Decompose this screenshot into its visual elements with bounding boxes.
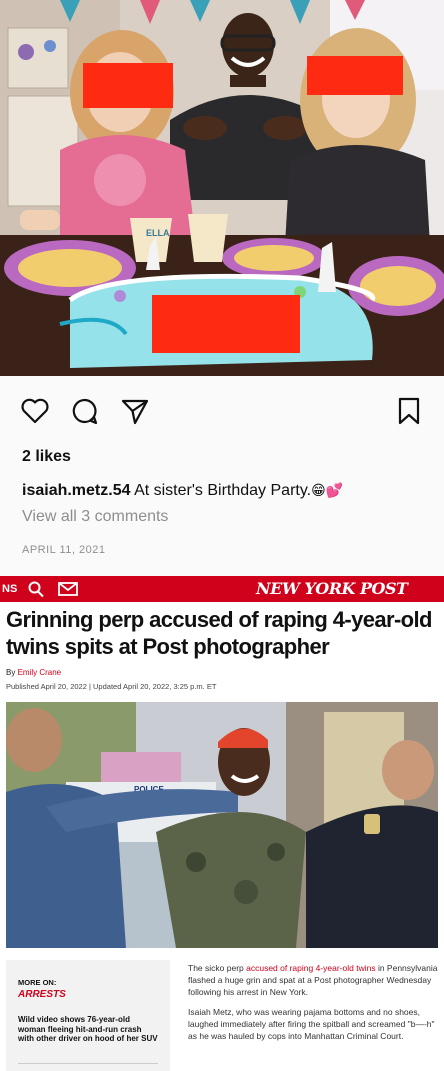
post-caption: isaiah.metz.54 At sister's Birthday Part… bbox=[22, 482, 343, 500]
byline-prefix: By bbox=[6, 668, 18, 677]
share-icon[interactable] bbox=[120, 396, 150, 426]
arrest-scene-illustration: POLICE bbox=[6, 702, 438, 948]
instagram-post-photo: ELLA bbox=[0, 0, 444, 376]
related-article-link[interactable]: accused of raping 4-year-old twins bbox=[246, 963, 375, 973]
article-paragraph-2: Isaiah Metz, who was wearing pajama bott… bbox=[188, 1007, 435, 1041]
heart-icon[interactable] bbox=[20, 396, 50, 426]
username-link[interactable]: isaiah.metz.54 bbox=[22, 482, 131, 499]
nypost-logo[interactable]: NEW YORK POST bbox=[256, 579, 408, 598]
post-date: APRIL 11, 2021 bbox=[22, 544, 106, 556]
article-byline: By Emily Crane bbox=[6, 668, 61, 677]
article-body: The sicko perp accused of raping 4-year-… bbox=[188, 962, 438, 1050]
cake-redaction bbox=[152, 295, 300, 353]
paragraph-1-start: The sicko perp bbox=[188, 963, 247, 973]
topic-tag-link[interactable]: ARRESTS bbox=[18, 989, 66, 1000]
face-redaction-right bbox=[307, 56, 403, 95]
article-headline: Grinning perp accused of raping 4-year-o… bbox=[6, 607, 432, 659]
search-icon[interactable] bbox=[28, 580, 44, 598]
view-comments-link[interactable]: View all 3 comments bbox=[22, 508, 168, 526]
article-photo: POLICE bbox=[6, 702, 438, 948]
post-action-bar bbox=[20, 396, 424, 426]
bookmark-icon[interactable] bbox=[394, 396, 424, 426]
related-divider bbox=[18, 1063, 158, 1064]
article-paragraph-1: The sicko perp accused of raping 4-year-… bbox=[188, 962, 438, 998]
related-story-link[interactable]: Wild video shows 76-year-old woman fleei… bbox=[18, 1015, 158, 1044]
nypost-nav-bar: NS NEW YORK POST bbox=[0, 576, 444, 602]
caption-emoji: 😁💕 bbox=[311, 482, 344, 498]
face-redaction-left bbox=[83, 63, 173, 108]
like-count[interactable]: 2 likes bbox=[22, 448, 71, 466]
comment-icon[interactable] bbox=[70, 396, 100, 426]
email-icon[interactable] bbox=[58, 580, 78, 598]
caption-text: At sister's Birthday Party. bbox=[134, 482, 312, 499]
publish-date: Published April 20, 2022 | Updated April… bbox=[6, 682, 217, 691]
section-nav-label[interactable]: NS bbox=[2, 583, 17, 601]
author-link[interactable]: Emily Crane bbox=[18, 668, 62, 677]
cup-label: ELLA bbox=[146, 228, 170, 238]
instagram-post-footer: 2 likes isaiah.metz.54 At sister's Birth… bbox=[0, 376, 444, 576]
more-on-label: MORE ON: bbox=[18, 978, 57, 987]
